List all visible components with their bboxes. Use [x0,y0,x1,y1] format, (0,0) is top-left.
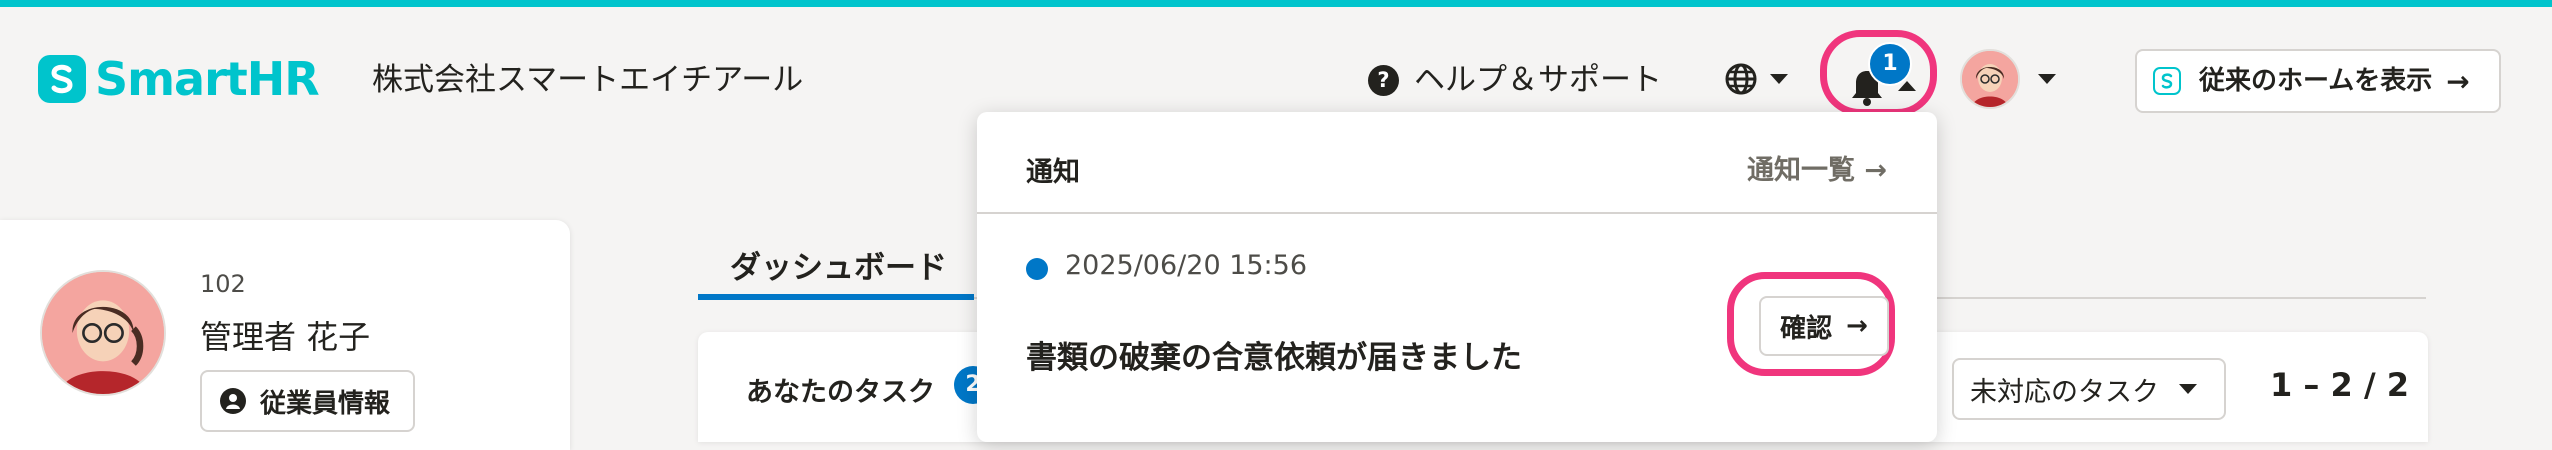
tab-dashboard[interactable]: ダッシュボード [698,236,974,300]
avatar [1960,49,2020,109]
smarthr-logo-icon [2153,67,2181,95]
arrow-right-icon: → [1846,311,1868,341]
help-label: ヘルプ＆サポート [1414,62,1662,98]
task-filter-select[interactable]: 未対応のタスク [1952,358,2226,420]
caret-down-icon [2038,74,2056,84]
classic-home-label: 従来のホームを表示 [2199,66,2433,96]
smarthr-logo[interactable]: SmartHR [38,52,320,106]
language-menu[interactable] [1724,62,1788,96]
employee-number: 102 [200,270,246,298]
smarthr-logo-icon [38,55,86,103]
help-icon: ? [1368,64,1399,96]
company-name: 株式会社スマートエイチアール [372,62,804,98]
divider [977,212,1937,214]
globe-icon [1725,63,1757,95]
logo-text: SmartHR [95,52,320,106]
caret-down-icon [1770,74,1788,84]
employee-info-button[interactable]: 従業員情報 [200,370,415,432]
notification-dropdown: 通知 通知一覧 → 2025/06/20 15:56 書類の破棄の合意依頼が届き… [977,112,1937,442]
employee-name: 管理者 花子 [200,318,371,356]
pagination-range: 1 – 2 / 2 [2270,366,2410,404]
employee-info-label: 従業員情報 [260,388,391,419]
task-filter-value: 未対応のタスク [1970,376,2159,408]
notification-button[interactable]: 1 [1820,30,1937,116]
notification-date: 2025/06/20 15:56 [1065,250,1308,281]
avatar [40,270,166,396]
unread-dot [1026,258,1048,280]
tab-dashboard-label: ダッシュボード [730,250,947,286]
notification-message: 書類の破棄の合意依頼が届きました [1026,340,1522,376]
profile-card: 102 管理者 花子 従業員情報 [0,220,570,450]
arrow-right-icon: → [2446,64,2470,98]
user-menu[interactable] [1960,49,2056,109]
task-title: あなたのタスク [746,377,935,408]
person-icon [220,388,246,414]
confirm-button[interactable]: 確認 → [1759,296,1889,356]
classic-home-button[interactable]: 従来のホームを表示 → [2135,49,2501,113]
confirm-highlight: 確認 → [1727,272,1895,376]
caret-down-icon [2179,384,2197,394]
notification-count-badge: 1 [1868,42,1912,86]
notification-title: 通知 [1026,157,1080,188]
view-all-notifications-link[interactable]: 通知一覧 → [1747,148,1887,187]
help-support-link[interactable]: ? ヘルプ＆サポート [1368,60,1662,100]
top-accent-bar [0,0,2552,7]
confirm-label: 確認 [1780,313,1833,344]
